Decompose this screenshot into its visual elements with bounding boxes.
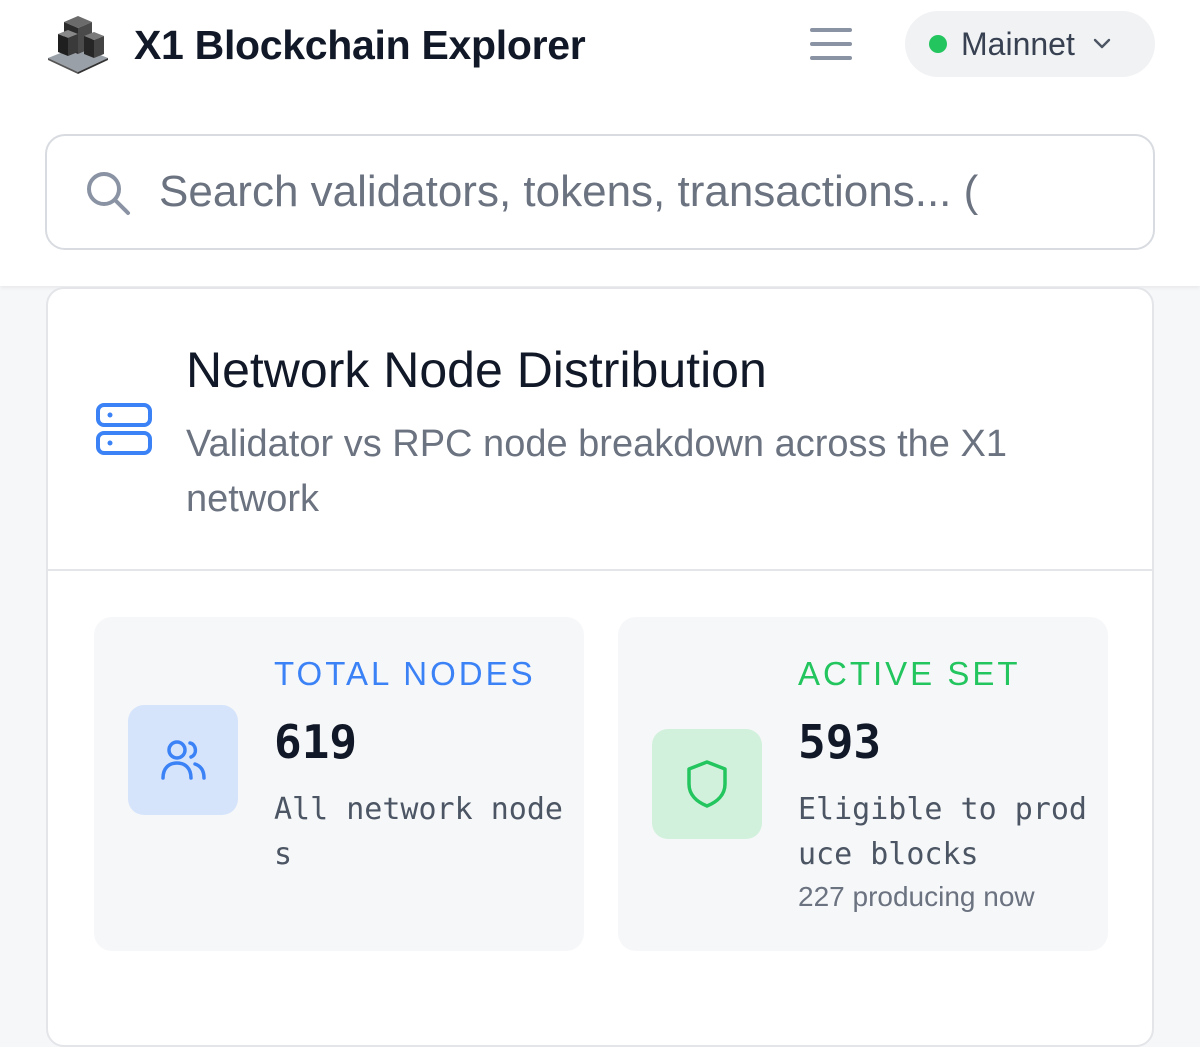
stat-label: ACTIVE SET [798, 655, 1021, 692]
stat-label: TOTAL NODES [274, 655, 536, 692]
menu-line [810, 56, 852, 60]
stat-icon-container [652, 729, 762, 839]
shield-icon [687, 760, 727, 808]
card-subtitle: Validator vs RPC node breakdown across t… [186, 423, 1007, 520]
chevron-down-icon [1093, 38, 1111, 49]
search-bar[interactable] [45, 134, 1155, 250]
card-title: Network Node Distribution [186, 342, 767, 398]
card-header: Network Node Distribution Validator vs R… [48, 289, 1152, 571]
stat-value: 619 [274, 715, 358, 769]
menu-line [810, 42, 852, 46]
top-header: X1 Blockchain Explorer Mainnet [0, 0, 1200, 286]
app-title: X1 Blockchain Explorer [134, 22, 586, 68]
network-status-dot [929, 35, 947, 53]
network-label: Mainnet [961, 25, 1075, 62]
stat-description: All network nodes [274, 792, 563, 872]
node-distribution-card: Network Node Distribution Validator vs R… [46, 287, 1154, 1047]
network-selector[interactable]: Mainnet [905, 11, 1155, 77]
stat-note: 227 producing now [798, 881, 1035, 912]
search-input[interactable] [159, 156, 1139, 228]
cube-stack-icon[interactable] [44, 12, 112, 74]
stat-active-set: ACTIVE SET 593 Eligible to produce block… [618, 617, 1108, 951]
stat-icon-container [128, 705, 238, 815]
search-icon [87, 172, 130, 215]
hamburger-menu-icon[interactable] [806, 24, 856, 64]
menu-line [810, 28, 852, 32]
stat-total-nodes: TOTAL NODES 619 All network nodes [94, 617, 584, 951]
server-icon [96, 403, 152, 455]
stat-description: Eligible to produce blocks [798, 792, 1087, 872]
users-icon [161, 740, 206, 780]
stat-value: 593 [798, 715, 882, 769]
